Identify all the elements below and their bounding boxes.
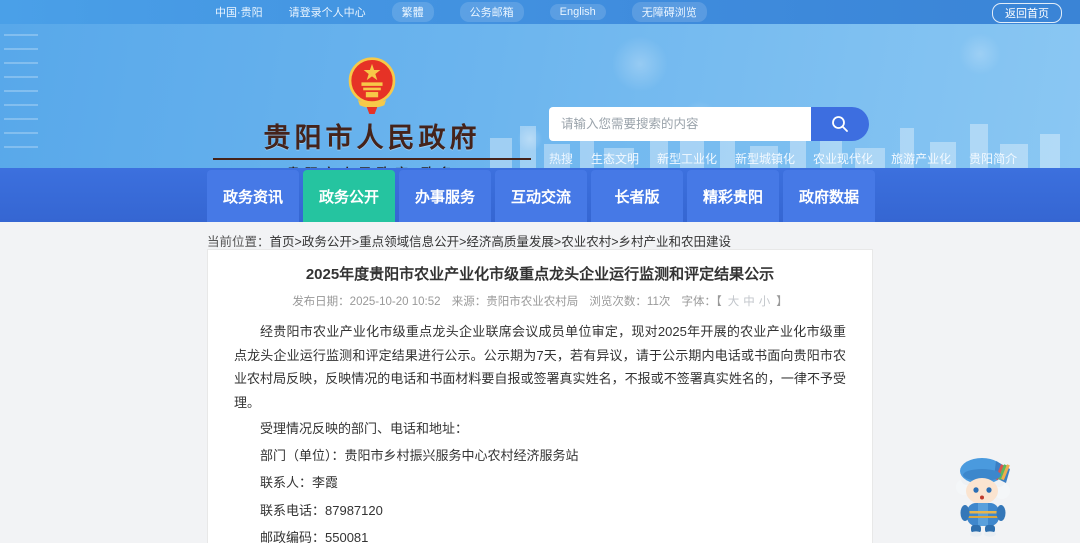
topbar-link-login[interactable]: 请登录个人中心 — [289, 4, 366, 20]
site-banner: 贵阳市人民政府 贵阳市人民政府.政务 www.guiyang.gov.cn 热搜… — [0, 24, 1080, 199]
nav-tab-interaction[interactable]: 互动交流 — [495, 170, 587, 222]
return-home-button[interactable]: 返回首页 — [992, 3, 1062, 23]
banner-decor-lines — [4, 34, 38, 154]
nav-tab-news[interactable]: 政务资讯 — [207, 170, 299, 222]
search-input[interactable] — [549, 107, 811, 141]
search-icon — [832, 116, 848, 132]
nav-tab-services[interactable]: 办事服务 — [399, 170, 491, 222]
search-button[interactable] — [811, 107, 869, 141]
content-area: 当前位置：首页>政务公开>重点领域信息公开>经济高质量发展>农业农村>乡村产业和… — [0, 222, 1080, 543]
article-line-department: 部门（单位）：贵阳市乡村振兴服务中心农村经济服务站 — [260, 447, 579, 463]
site-title: 贵阳市人民政府 — [263, 123, 481, 153]
topbar-link-english[interactable]: English — [549, 4, 606, 20]
mascot-assistant-icon[interactable] — [952, 449, 1014, 537]
nav-tab-gov-affairs[interactable]: 政务公开 — [303, 170, 395, 222]
topbar-links: 中国·贵阳 请登录个人中心 繁體 公务邮箱 English 无障碍浏览 — [0, 2, 707, 22]
topbar-link-china-guiyang[interactable]: 中国·贵阳 — [215, 4, 263, 20]
article-line-postcode: 邮政编码：550081 — [260, 529, 369, 543]
font-size-label: 字体：【 — [681, 296, 722, 308]
topbar-link-mail[interactable]: 公务邮箱 — [459, 2, 524, 22]
national-emblem-icon — [348, 57, 396, 114]
top-utility-bar: 中国·贵阳 请登录个人中心 繁體 公务邮箱 English 无障碍浏览 返回首页 — [0, 0, 1080, 24]
article-body-paragraph: 经贵阳市农业产业化市级重点龙头企业联席会议成员单位审定，现对2025年开展的农业… — [234, 324, 846, 410]
font-small-button[interactable]: 小 — [759, 296, 771, 308]
view-count: 浏览次数：11次 — [589, 296, 671, 308]
publish-date: 发布日期：2025-10-20 10:52 — [292, 296, 441, 308]
logo-divider — [213, 158, 531, 160]
font-medium-button[interactable]: 中 — [743, 296, 755, 308]
nav-tab-highlights[interactable]: 精彩贵阳 — [687, 170, 779, 222]
nav-tab-senior[interactable]: 长者版 — [591, 170, 683, 222]
topbar-link-traditional[interactable]: 繁體 — [391, 2, 434, 22]
breadcrumb-label: 当前位置： — [207, 235, 270, 249]
article-meta: 发布日期：2025-10-20 10:52 来源：贵阳市农业农村局 浏览次数：1… — [234, 293, 846, 309]
nav-tab-data[interactable]: 政府数据 — [783, 170, 875, 222]
breadcrumb-path[interactable]: 首页>政务公开>重点领域信息公开>经济高质量发展>农业农村>乡村产业和农田建设 — [270, 235, 732, 249]
font-large-button[interactable]: 大 — [728, 296, 740, 308]
article-line: 受理情况反映的部门、电话和地址： — [260, 420, 469, 436]
article-line-contact-person: 联系人：李霞 — [260, 475, 339, 491]
breadcrumb[interactable]: 当前位置：首页>政务公开>重点领域信息公开>经济高质量发展>农业农村>乡村产业和… — [207, 231, 731, 250]
topbar-link-accessibility[interactable]: 无障碍浏览 — [631, 2, 707, 22]
article-source: 来源：贵阳市农业农村局 — [451, 296, 579, 308]
article-title: 2025年度贵阳市农业产业化市级重点龙头企业运行监测和评定结果公示 — [305, 266, 775, 283]
article-card: 2025年度贵阳市农业产业化市级重点龙头企业运行监测和评定结果公示 发布日期：2… — [207, 249, 873, 543]
font-size-label-close: 】 — [776, 296, 788, 308]
article-line-phone: 联系电话：87987120 — [260, 502, 383, 518]
main-navigation: 政务资讯 政务公开 办事服务 互动交流 长者版 精彩贵阳 政府数据 — [0, 168, 1080, 222]
